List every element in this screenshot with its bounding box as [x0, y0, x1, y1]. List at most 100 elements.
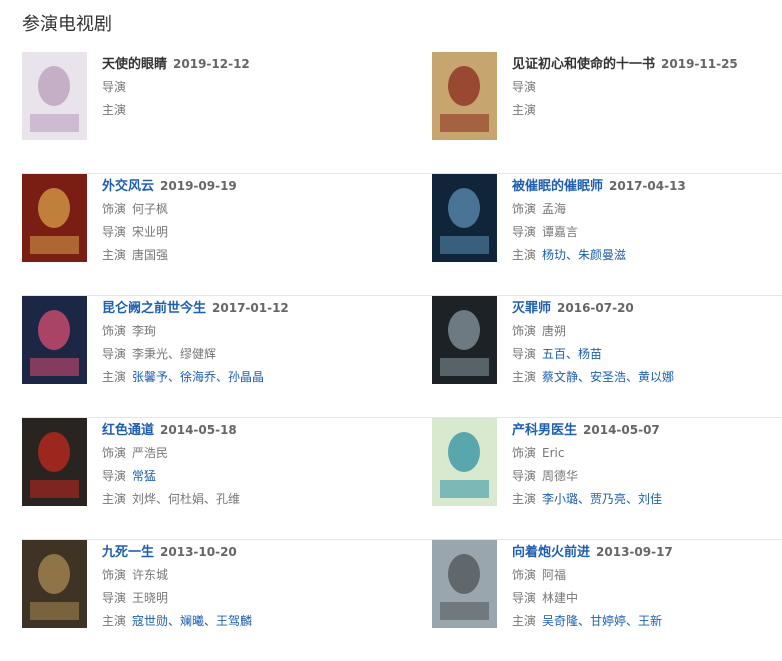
series-card: 红色通道 2014-05-18 饰演 严浩民 导演 常猛 主演 刘烨、何杜娟、孔维	[22, 418, 372, 539]
director-label: 导演	[102, 347, 127, 361]
director-value[interactable]: 五百、杨苗	[542, 347, 602, 361]
poster-image[interactable]	[22, 418, 87, 506]
cast-value[interactable]: 杨玏、朱颜曼滋	[542, 248, 626, 262]
poster-art	[432, 540, 497, 628]
poster-art	[432, 296, 497, 384]
cast-label: 主演	[102, 492, 127, 506]
poster-art	[22, 418, 87, 506]
tv-series-grid: 天使的眼睛 2019-12-12 导演 主演 见证初心和使命的十一书 2019-11-25…	[22, 52, 782, 661]
series-title-link[interactable]: 外交风云	[102, 179, 154, 194]
air-date: 2014-05-07	[583, 423, 660, 437]
series-row: 昆仑阙之前世今生 2017-01-12 饰演 李珣导演 李秉光、缪健辉 主演 张馨予、徐海乔…	[22, 296, 782, 418]
role-line: 饰演 孟海	[512, 201, 782, 217]
poster-image[interactable]	[22, 52, 87, 140]
director-label: 导演	[512, 591, 537, 605]
director-value: 周德华	[542, 469, 579, 483]
series-title-link[interactable]: 见证初心和使命的十一书	[512, 57, 655, 72]
series-title-link[interactable]: 向着炮火前进	[512, 545, 590, 560]
air-date: 2016-07-20	[557, 301, 634, 315]
series-title-link[interactable]: 昆仑阙之前世今生	[102, 301, 206, 316]
poster-art	[432, 52, 497, 140]
cast-value[interactable]: 张馨予、徐海乔、孙晶晶	[132, 370, 264, 384]
title-line: 产科男医生 2014-05-07	[512, 422, 782, 439]
series-row: 天使的眼睛 2019-12-12 导演 主演 见证初心和使命的十一书 2019-11-25…	[22, 52, 782, 174]
series-info: 灭罪师 2016-07-20 饰演 唐朔 导演 五百、杨苗 主演 蔡文静、安圣浩、黄以娜	[512, 300, 782, 392]
cast-label: 主演	[102, 370, 127, 384]
cast-line: 主演 唐国强	[102, 247, 372, 263]
series-title-link[interactable]: 被催眠的催眠师	[512, 179, 603, 194]
series-info: 外交风云 2019-09-19 饰演 何子枫 导演 宋业明 主演 唐国强	[102, 178, 372, 270]
title-line: 天使的眼睛 2019-12-12	[102, 56, 372, 73]
cast-value[interactable]: 寇世勋、斓曦、王驾麟	[132, 614, 252, 628]
series-row: 红色通道 2014-05-18 饰演 严浩民 导演 常猛 主演 刘烨、何杜娟、孔维 产科男医生 2…	[22, 418, 782, 540]
cast-line: 主演 李小璐、贾乃亮、刘佳	[512, 491, 782, 507]
cast-value: 刘烨、何杜娟、孔维	[132, 492, 241, 506]
air-date: 2017-04-13	[609, 179, 686, 193]
poster-image[interactable]	[432, 174, 497, 262]
poster-image[interactable]	[22, 296, 87, 384]
title-line: 外交风云 2019-09-19	[102, 178, 372, 195]
cast-line: 主演 寇世勋、斓曦、王驾麟	[102, 613, 372, 629]
poster-image[interactable]	[432, 52, 497, 140]
director-value[interactable]: 常猛	[132, 469, 156, 483]
director-label: 导演	[512, 80, 537, 94]
poster-image[interactable]	[432, 540, 497, 628]
director-label: 导演	[512, 225, 537, 239]
cast-value[interactable]: 吴奇隆、甘婷婷、王新	[542, 614, 662, 628]
role-line: 饰演 阿福	[512, 567, 782, 583]
cast-line: 主演 吴奇隆、甘婷婷、王新	[512, 613, 782, 629]
series-info: 红色通道 2014-05-18 饰演 严浩民 导演 常猛 主演 刘烨、何杜娟、孔维	[102, 422, 372, 514]
series-info: 见证初心和使命的十一书 2019-11-25 导演 主演	[512, 56, 782, 125]
director-value: 谭嘉言	[542, 225, 579, 239]
director-line: 导演 周德华	[512, 468, 782, 484]
role-value: Eric	[542, 446, 565, 460]
role-line: 饰演 严浩民	[102, 445, 372, 461]
title-line: 灭罪师 2016-07-20	[512, 300, 782, 317]
poster-image[interactable]	[432, 418, 497, 506]
role-label: 饰演	[102, 568, 127, 582]
role-line: 饰演 李珣	[102, 323, 372, 339]
cast-label: 主演	[512, 614, 537, 628]
series-title-link[interactable]: 灭罪师	[512, 301, 551, 316]
series-card: 见证初心和使命的十一书 2019-11-25 导演 主演	[432, 52, 782, 173]
poster-image[interactable]	[432, 296, 497, 384]
title-line: 昆仑阙之前世今生 2017-01-12	[102, 300, 372, 317]
series-title-link[interactable]: 产科男医生	[512, 423, 577, 438]
role-label: 饰演	[102, 324, 127, 338]
cast-line: 主演 杨玏、朱颜曼滋	[512, 247, 782, 263]
title-line: 被催眠的催眠师 2017-04-13	[512, 178, 782, 195]
series-title-link[interactable]: 天使的眼睛	[102, 57, 167, 72]
poster-art	[22, 52, 87, 140]
series-card: 灭罪师 2016-07-20 饰演 唐朔 导演 五百、杨苗 主演 蔡文静、安圣浩、黄以娜	[432, 296, 782, 417]
poster-art	[22, 296, 87, 384]
director-line: 导演 李秉光、缪健辉	[102, 346, 372, 362]
role-value: 许东城	[132, 568, 169, 582]
role-value: 唐朔	[542, 324, 567, 338]
title-line: 见证初心和使命的十一书 2019-11-25	[512, 56, 782, 73]
cast-label: 主演	[102, 248, 127, 262]
series-info: 昆仑阙之前世今生 2017-01-12 饰演 李珣导演 李秉光、缪健辉 主演 张馨予、徐海乔…	[102, 300, 372, 392]
series-info: 产科男医生 2014-05-07 饰演 Eric 导演 周德华 主演 李小璐、贾乃亮、刘佳	[512, 422, 782, 514]
director-label: 导演	[512, 347, 537, 361]
director-line: 导演 林建中	[512, 590, 782, 606]
series-title-link[interactable]: 红色通道	[102, 423, 154, 438]
director-label: 导演	[102, 591, 127, 605]
title-line: 九死一生 2013-10-20	[102, 544, 372, 561]
director-value: 林建中	[542, 591, 579, 605]
cast-value[interactable]: 李小璐、贾乃亮、刘佳	[542, 492, 662, 506]
director-label: 导演	[102, 225, 127, 239]
cast-value[interactable]: 蔡文静、安圣浩、黄以娜	[542, 370, 674, 384]
poster-art	[432, 174, 497, 262]
poster-image[interactable]	[22, 174, 87, 262]
director-label: 导演	[102, 469, 127, 483]
series-row: 九死一生 2013-10-20 饰演 许东城 导演 王晓明 主演 寇世勋、斓曦、王驾麟 向着炮火…	[22, 540, 782, 661]
air-date: 2019-12-12	[173, 57, 250, 71]
director-value: 王晓明	[132, 591, 169, 605]
title-line: 向着炮火前进 2013-09-17	[512, 544, 782, 561]
air-date: 2013-09-17	[596, 545, 673, 559]
poster-art	[22, 174, 87, 262]
director-value: 宋业明	[132, 225, 169, 239]
director-line: 导演 常猛	[102, 468, 372, 484]
poster-image[interactable]	[22, 540, 87, 628]
series-title-link[interactable]: 九死一生	[102, 545, 154, 560]
